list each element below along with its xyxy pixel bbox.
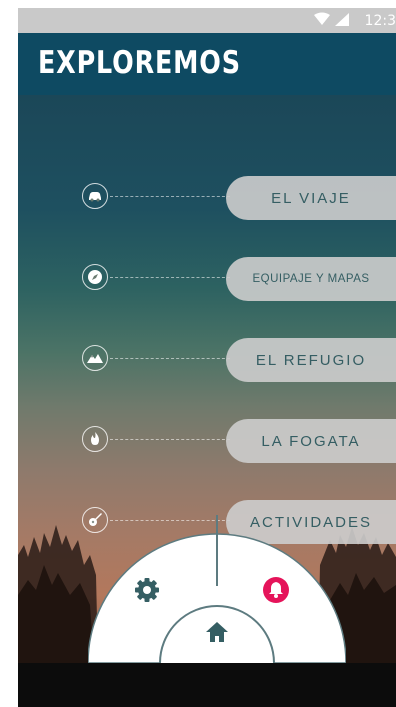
menu-item-label[interactable]: EQUIPAJE Y MAPAS xyxy=(226,257,396,301)
radial-fab-menu xyxy=(88,515,346,663)
menu-item-label[interactable]: EL VIAJE xyxy=(226,176,396,220)
wifi-signal-icon xyxy=(314,12,349,26)
navigation-bar xyxy=(18,663,396,707)
notifications-button[interactable] xyxy=(261,575,291,605)
mountain-icon xyxy=(82,345,108,371)
notification-bell-icon xyxy=(263,577,289,603)
compass-icon xyxy=(82,264,108,290)
menu-item-label[interactable]: EL REFUGIO xyxy=(226,338,396,382)
phone-screen: 12:3 EXPLOREMOS EL VIAJE EQUIPAJE Y MAPA… xyxy=(18,8,396,707)
settings-gear-icon xyxy=(135,578,159,602)
connector-line xyxy=(110,439,230,440)
status-bar: 12:3 xyxy=(18,8,396,33)
menu-item-el-viaje[interactable]: EL VIAJE xyxy=(18,176,396,220)
menu-item-equipaje-y-mapas[interactable]: EQUIPAJE Y MAPAS xyxy=(18,257,396,301)
menu-item-el-refugio[interactable]: EL REFUGIO xyxy=(18,338,396,382)
car-icon xyxy=(82,183,108,209)
fire-icon xyxy=(82,426,108,452)
status-time: 12:3 xyxy=(364,13,396,29)
connector-line xyxy=(110,277,230,278)
app-bar: EXPLOREMOS xyxy=(18,33,396,95)
settings-button[interactable] xyxy=(132,575,162,605)
menu-item-la-fogata[interactable]: LA FOGATA xyxy=(18,419,396,463)
connector-line xyxy=(110,196,230,197)
page-title: EXPLOREMOS xyxy=(38,45,241,81)
home-button[interactable] xyxy=(202,617,232,647)
status-icons xyxy=(312,12,352,33)
menu-item-label[interactable]: LA FOGATA xyxy=(226,419,396,463)
connector-line xyxy=(110,358,230,359)
home-icon xyxy=(206,622,228,642)
